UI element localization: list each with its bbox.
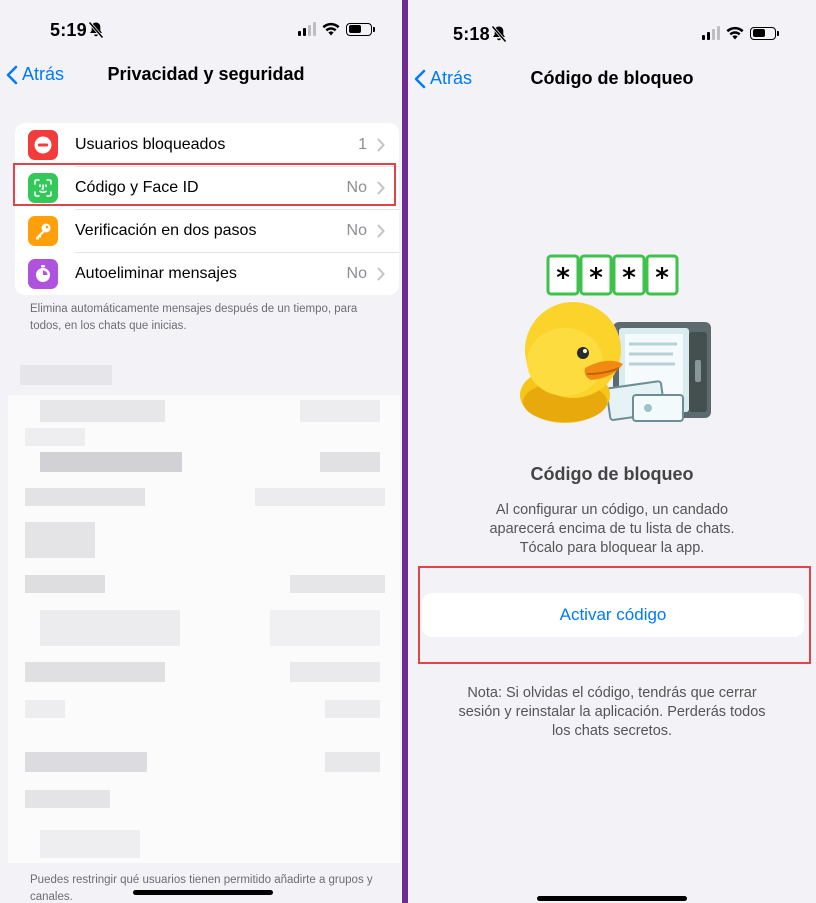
blocked-icon [28, 129, 58, 160]
chevron-right-icon [377, 267, 385, 280]
status-bar: 5:18 [408, 22, 816, 48]
status-icons [702, 26, 779, 40]
settings-card: Usuarios bloqueados 1 Código y Face ID N… [15, 123, 399, 295]
pixel-block [25, 428, 85, 446]
chevron-right-icon [377, 224, 385, 237]
pixel-block [25, 752, 147, 772]
signal-icon [702, 26, 720, 40]
groups-footnote: Puedes restringir qué usuarios tienen pe… [30, 874, 373, 903]
pixel-block [25, 488, 145, 506]
status-time: 5:18 [453, 24, 490, 44]
page-title: Código de bloqueo [530, 68, 694, 88]
bell-off-icon [88, 21, 104, 39]
face-id-icon [28, 172, 58, 203]
battery-icon [750, 26, 779, 40]
autodelete-footnote: Elimina automáticamente mensajes después… [30, 303, 358, 332]
row-label: Código y Face ID [75, 178, 199, 196]
settings-row-two-step[interactable]: Verificación en dos pasos No [15, 209, 399, 252]
row-value: 1 [358, 135, 367, 153]
page-title: Privacidad y seguridad [107, 64, 305, 84]
pixel-block [20, 365, 112, 385]
right-screen: 5:18 Atrás Código de bloqueo * * * * Cód… [408, 0, 816, 903]
pixel-block [25, 522, 95, 558]
duck-safe-illustration: * * * * [520, 254, 711, 423]
pixel-block [25, 790, 110, 808]
left-screen: 5:19 Atrás Privacidad y seguridad Usuari… [0, 0, 402, 903]
settings-row-blocked-users[interactable]: Usuarios bloqueados 1 [15, 123, 399, 166]
status-icons [298, 22, 375, 36]
passcode-char: * [622, 263, 636, 293]
lock-heading: Código de bloqueo [530, 464, 694, 484]
signal-icon [298, 22, 316, 36]
status-bar: 5:19 [0, 18, 402, 44]
home-indicator [537, 896, 687, 901]
chevron-right-icon [377, 181, 385, 194]
pixel-block [320, 452, 380, 472]
row-label: Usuarios bloqueados [75, 135, 226, 153]
passcode-boxes: * * * * [546, 254, 679, 296]
pixel-block [25, 662, 165, 682]
pixel-block [40, 610, 180, 646]
pixel-block [25, 575, 105, 593]
pixel-block [290, 575, 385, 593]
activate-passcode-button[interactable]: Activar código [422, 593, 804, 637]
settings-row-auto-delete[interactable]: Autoeliminar mensajes No [15, 252, 399, 295]
bell-off-icon [491, 25, 507, 43]
status-time: 5:19 [50, 20, 87, 40]
settings-row-passcode-face-id[interactable]: Código y Face ID No [15, 166, 399, 209]
passcode-char: * [589, 263, 603, 293]
home-indicator [133, 890, 273, 895]
pixel-block [325, 700, 380, 718]
row-label: Autoeliminar mensajes [75, 264, 237, 282]
wifi-icon [322, 22, 340, 36]
row-value: No [346, 221, 367, 239]
pixel-block [40, 452, 182, 472]
lock-description: Al configurar un código, un candado apar… [489, 502, 735, 556]
row-value: No [346, 264, 367, 282]
nav-bar: Atrás Privacidad y seguridad [0, 62, 402, 92]
pixel-block [40, 830, 140, 858]
passcode-note: Nota: Si olvidas el código, tendrás que … [458, 685, 766, 739]
passcode-char: * [556, 263, 570, 293]
pixel-block [25, 700, 65, 718]
passcode-char: * [655, 263, 669, 293]
pixel-block [300, 400, 380, 422]
row-value: No [346, 178, 367, 196]
pixel-block [40, 400, 165, 422]
row-label: Verificación en dos pasos [75, 221, 257, 239]
pixel-block [290, 662, 380, 682]
pixel-block [325, 752, 380, 772]
nav-bar: Atrás Código de bloqueo [408, 66, 816, 96]
chevron-right-icon [377, 138, 385, 151]
battery-icon [346, 22, 375, 36]
pixel-block [255, 488, 385, 506]
key-icon [28, 215, 58, 246]
timer-icon [28, 258, 58, 289]
pixel-block [270, 610, 380, 646]
wifi-icon [726, 26, 744, 40]
